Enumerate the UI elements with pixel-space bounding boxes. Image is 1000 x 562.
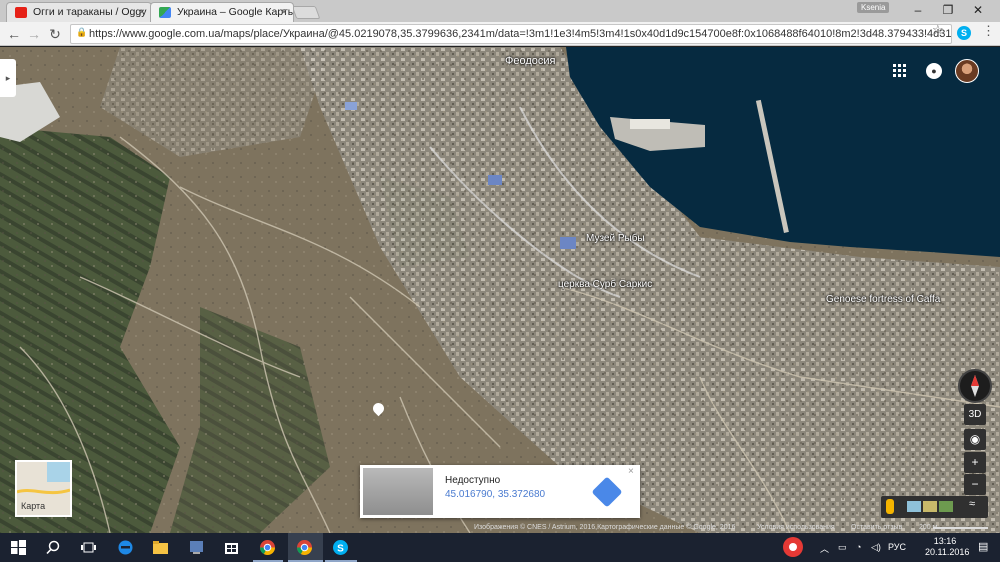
expand-button[interactable]: ≈ <box>969 498 975 510</box>
infocard-title: Недоступно <box>445 475 501 486</box>
skype-extension-icon[interactable]: S <box>957 26 971 40</box>
tab-title: Огги и тараканы / Oggy <box>33 6 147 18</box>
location-icon: ◉ <box>969 432 981 446</box>
file-explorer-icon[interactable] <box>152 539 169 556</box>
bookmark-star-icon[interactable]: ☆ <box>932 22 944 38</box>
tab-google-maps[interactable]: Украина – Google Карты × <box>150 2 294 22</box>
profile-button[interactable]: Ksenia <box>857 2 890 13</box>
scale-bar <box>933 527 988 529</box>
label-church[interactable]: церква Сурб Саркис <box>558 279 652 290</box>
apps-grid-icon[interactable] <box>893 64 907 78</box>
clock-time: 13:16 <box>933 536 957 546</box>
label-city[interactable]: Феодосия <box>505 55 556 67</box>
side-panel-toggle[interactable]: ▸ <box>0 59 16 97</box>
address-bar[interactable]: 🔒 https://www.google.com.ua/maps/place/У… <box>70 24 952 44</box>
tab-strip: Огги и тараканы / Oggy × Украина – Googl… <box>0 0 1000 22</box>
zoom-out-button[interactable]: − <box>964 474 986 495</box>
url-text: https://www.google.com.ua/maps/place/Укр… <box>89 28 952 40</box>
infocard-close-button[interactable]: × <box>628 466 634 477</box>
browser-menu-icon[interactable]: ⋮ <box>982 23 995 39</box>
google-maps-icon <box>159 7 171 18</box>
terms-link[interactable]: Условия использования <box>757 523 835 533</box>
minimize-button[interactable]: – <box>903 0 933 20</box>
new-tab-button[interactable] <box>291 6 321 19</box>
infocard-coordinates[interactable]: 45.016790, 35.372680 <box>445 489 545 500</box>
clock[interactable]: 13:16 20.11.2016 <box>925 536 970 558</box>
imagery-credit: Изображения © CNES / Astrium, 2016,Карто… <box>474 524 736 531</box>
network-icon[interactable]: ◔ <box>856 542 861 552</box>
volume-icon[interactable]: ◁) <box>871 542 881 553</box>
imagery-thumb[interactable] <box>939 501 953 512</box>
language-indicator[interactable]: РУС <box>888 542 906 552</box>
imagery-thumb[interactable] <box>907 501 921 512</box>
attribution-bar: Изображения © CNES / Astrium, 2016,Карто… <box>0 523 1000 533</box>
tab-close-button[interactable]: × <box>281 3 287 22</box>
edge-browser-icon[interactable] <box>117 539 134 556</box>
my-location-button[interactable]: ◉ <box>964 429 986 450</box>
reload-icon[interactable]: ↻ <box>45 24 65 44</box>
svg-text:S: S <box>337 544 344 555</box>
map-type-switcher[interactable]: Карта <box>15 460 72 517</box>
view-3d-button[interactable]: 3D <box>964 404 986 425</box>
feedback-link[interactable]: Оставить отзыв <box>851 523 902 533</box>
map-type-label: Карта <box>21 501 46 511</box>
notifications-icon[interactable]: ● <box>926 63 942 79</box>
task-view-icon[interactable] <box>80 539 97 556</box>
pegman-icon[interactable] <box>886 499 894 514</box>
map-imagery <box>0 47 1000 533</box>
maximize-button[interactable]: ❐ <box>933 0 963 20</box>
chrome-icon[interactable] <box>259 539 276 556</box>
youtube-icon <box>15 7 27 18</box>
zoom-in-button[interactable]: + <box>964 452 986 473</box>
label-fortress[interactable]: Genoese fortress of Caffa <box>826 294 940 305</box>
skype-icon[interactable]: S <box>332 539 349 556</box>
close-window-button[interactable]: ✕ <box>963 0 993 20</box>
back-icon[interactable]: ← <box>4 24 24 44</box>
satellite-map[interactable]: ▸ Феодосия Музей Рыбы церква Сурб Саркис… <box>0 47 1000 533</box>
compass-icon[interactable] <box>958 369 992 403</box>
tab-oggy[interactable]: Огги и тараканы / Oggy × <box>6 2 152 22</box>
lock-icon: 🔒 <box>76 27 88 37</box>
search-icon[interactable] <box>45 539 62 556</box>
imagery-strip: ≈ <box>881 496 988 518</box>
windows-taskbar: S ︿ ▭ ◔ ◁) РУС 13:16 20.11.2016 ▤ <box>0 533 1000 562</box>
tray-app-icon[interactable] <box>782 536 804 558</box>
battery-icon[interactable]: ▭ <box>838 542 847 553</box>
notification-center-icon[interactable]: ▤ <box>978 540 988 553</box>
browser-toolbar: ← → ↻ 🔒 https://www.google.com.ua/maps/p… <box>0 22 1000 46</box>
app-icon[interactable] <box>188 539 205 556</box>
chrome-icon[interactable] <box>296 539 313 556</box>
clock-date: 20.11.2016 <box>925 547 970 557</box>
windows-start-icon[interactable] <box>10 539 27 556</box>
street-view-thumbnail[interactable] <box>363 468 433 515</box>
imagery-thumb[interactable] <box>923 501 937 512</box>
show-hidden-icons[interactable]: ︿ <box>820 542 829 555</box>
label-museum[interactable]: Музей Рыбы <box>586 233 645 244</box>
avatar[interactable] <box>955 59 979 83</box>
tab-title: Украина – Google Карты <box>177 6 294 18</box>
tab-close-button[interactable]: × <box>139 3 145 22</box>
forward-icon[interactable]: → <box>24 24 44 44</box>
store-icon[interactable] <box>223 539 240 556</box>
